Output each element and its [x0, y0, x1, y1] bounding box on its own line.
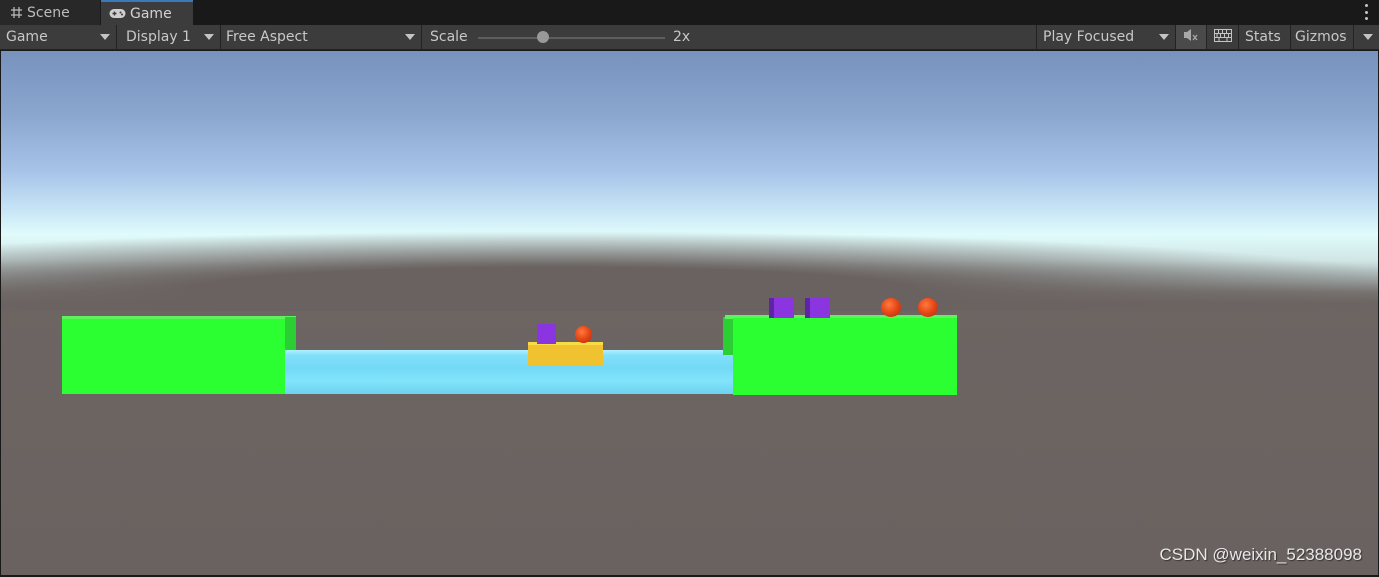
mode-dropdown-label: Game: [6, 29, 48, 45]
mute-audio-button[interactable]: [1176, 25, 1207, 49]
chevron-down-icon: [204, 34, 214, 40]
game-viewport[interactable]: CSDN @weixin_52388098: [1, 51, 1378, 575]
bank-priest-cube[interactable]: [805, 298, 830, 318]
gamepad-icon: [109, 8, 126, 19]
game-view-toolbar: Game Display 1 Free Aspect Scale 2x Play…: [0, 25, 1379, 50]
scale-slider-track[interactable]: [478, 37, 665, 39]
chevron-down-icon: [405, 34, 415, 40]
scale-label: Scale: [430, 29, 468, 45]
tab-scene-label: Scene: [27, 4, 70, 21]
scale-slider-thumb[interactable]: [537, 31, 550, 43]
grid-hash-icon: [10, 6, 23, 19]
tab-game-label: Game: [130, 5, 172, 22]
play-mode-dropdown-label: Play Focused: [1043, 29, 1135, 45]
left-bank: [62, 316, 296, 394]
boat-priest-cube[interactable]: [537, 324, 556, 344]
keyboard-icon: [1213, 28, 1232, 46]
mute-audio-icon: [1183, 28, 1199, 46]
gizmos-dropdown[interactable]: [1354, 25, 1379, 49]
boat-devil-ball[interactable]: [575, 326, 592, 343]
horizon-haze: [1, 231, 1378, 311]
chevron-down-icon: [1363, 34, 1373, 40]
stats-button[interactable]: Stats: [1239, 25, 1291, 49]
aspect-dropdown-label: Free Aspect: [226, 29, 308, 45]
more-options-icon[interactable]: [1363, 4, 1369, 20]
keyboard-shortcuts-button[interactable]: [1207, 25, 1239, 49]
tab-scene[interactable]: Scene: [0, 0, 100, 25]
mode-dropdown[interactable]: Game: [0, 25, 117, 49]
bank-priest-cube[interactable]: [769, 298, 794, 318]
bank-devil-ball[interactable]: [881, 298, 901, 317]
watermark: CSDN @weixin_52388098: [1159, 545, 1362, 564]
display-dropdown[interactable]: Display 1: [117, 25, 221, 49]
chevron-down-icon: [1159, 34, 1169, 40]
aspect-dropdown[interactable]: Free Aspect: [221, 25, 422, 49]
play-mode-dropdown[interactable]: Play Focused: [1036, 25, 1176, 49]
scale-value: 2x: [673, 29, 691, 45]
boat[interactable]: [528, 342, 603, 366]
tab-game[interactable]: Game: [101, 0, 193, 25]
right-bank: [723, 315, 957, 395]
chevron-down-icon: [100, 34, 110, 40]
bank-devil-ball[interactable]: [918, 298, 938, 317]
river: [285, 350, 733, 394]
gizmos-button[interactable]: Gizmos: [1291, 25, 1354, 49]
display-dropdown-label: Display 1: [126, 29, 191, 45]
editor-tab-bar: Scene Game: [0, 0, 1379, 25]
